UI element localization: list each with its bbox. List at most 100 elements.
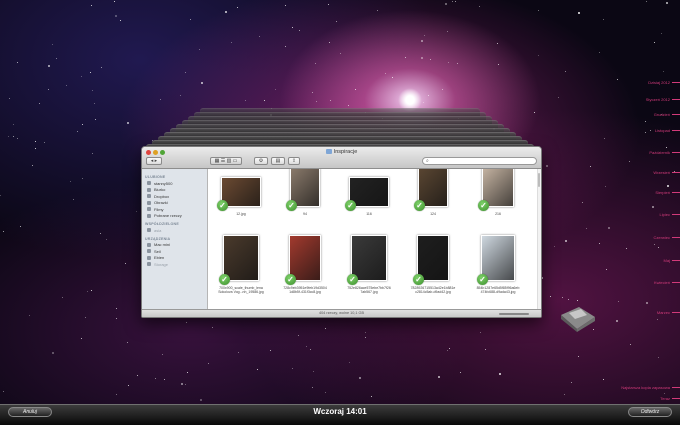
star bbox=[557, 97, 559, 99]
restore-button[interactable]: Odtwórz bbox=[628, 407, 672, 417]
file-item[interactable]: ✓ 116 bbox=[337, 171, 401, 241]
star bbox=[567, 298, 569, 300]
star bbox=[89, 72, 91, 74]
sidebar-item[interactable]: Pobrane rzeczy bbox=[142, 213, 207, 220]
star bbox=[312, 91, 314, 93]
timeline-tick[interactable] bbox=[672, 214, 680, 215]
timeline-tick[interactable] bbox=[672, 99, 680, 100]
star bbox=[126, 121, 129, 124]
star bbox=[13, 123, 15, 125]
arrange-button[interactable]: ▤ bbox=[271, 157, 285, 165]
star bbox=[616, 320, 619, 323]
star bbox=[348, 105, 350, 107]
file-item[interactable]: ✓ 124 bbox=[401, 169, 465, 241]
file-item[interactable]: ✓ 216 bbox=[466, 169, 530, 241]
star bbox=[43, 142, 45, 144]
star bbox=[263, 99, 265, 101]
star bbox=[312, 371, 314, 373]
star bbox=[448, 61, 450, 63]
star bbox=[35, 147, 37, 149]
star bbox=[92, 153, 94, 155]
timeline-tick[interactable] bbox=[672, 398, 680, 399]
file-item[interactable]: ✓ 7828926715513a42e1b881e c2814c5ab-d9ad4… bbox=[401, 235, 465, 305]
checkmark-icon: ✓ bbox=[414, 200, 425, 211]
file-item[interactable]: ✓ 700x900_scale_thumb_lena Sokolova Vog..… bbox=[209, 235, 273, 305]
star bbox=[275, 89, 277, 91]
file-item[interactable]: ✓ 752e826ace575ebe7bb7f26 7ab567.jpg bbox=[337, 235, 401, 305]
search-field[interactable]: ⌕ bbox=[422, 157, 537, 165]
time-machine-bottom-bar: Anuluj Wczoraj 14:01 Odtwórz bbox=[0, 404, 680, 425]
timeline-date-label[interactable]: Maj bbox=[664, 258, 670, 263]
timeline-date-label[interactable]: Październik bbox=[649, 150, 670, 155]
star bbox=[115, 318, 117, 320]
sidebar-item-label: Mac mini bbox=[154, 242, 171, 248]
timeline-date-label[interactable]: Kwiecień bbox=[654, 280, 670, 285]
file-item[interactable]: ✓ 12.jpg bbox=[209, 171, 273, 241]
timeline-tick[interactable] bbox=[672, 237, 680, 238]
scrollbar-thumb[interactable] bbox=[538, 173, 540, 187]
star bbox=[187, 372, 189, 374]
star bbox=[665, 146, 667, 148]
file-name: 94 bbox=[303, 212, 307, 216]
timeline-date-label[interactable]: Lipiec bbox=[660, 212, 670, 217]
timeline-date-label[interactable]: Czerwiec bbox=[654, 235, 670, 240]
scrollbar[interactable] bbox=[537, 169, 541, 309]
star bbox=[479, 331, 481, 333]
timeline-date-label[interactable]: Marzec bbox=[657, 310, 670, 315]
star bbox=[604, 137, 606, 139]
star bbox=[359, 377, 362, 380]
star bbox=[460, 371, 462, 373]
checkmark-icon: ✓ bbox=[219, 274, 230, 285]
sidebar-item[interactable]: Storage bbox=[142, 261, 207, 268]
timeline-tick[interactable] bbox=[672, 282, 680, 283]
timeline-date-label[interactable]: Styczeń 2012 bbox=[646, 97, 670, 102]
star bbox=[95, 118, 97, 120]
timeline-tick[interactable] bbox=[672, 172, 680, 173]
star bbox=[82, 177, 84, 179]
timeline-date-label[interactable]: Najstarsza kopia zapasowa bbox=[621, 385, 670, 390]
timeline-date-label[interactable]: Grudzień bbox=[654, 112, 670, 117]
star bbox=[392, 76, 394, 78]
star bbox=[2, 391, 4, 393]
back-forward-button[interactable]: ◂ ▸ bbox=[146, 157, 162, 165]
sidebar-item-label: Ebien bbox=[154, 255, 165, 261]
file-item[interactable]: ✓ 728c9eb3951e9feb19d3504 1d8b5f-431f3cc8… bbox=[273, 235, 337, 305]
star bbox=[452, 1, 454, 3]
timeline-tick[interactable] bbox=[672, 152, 680, 153]
file-item[interactable]: ✓ 854b1287e65d5f85f96a6eb 474fc688-d9ada4… bbox=[466, 235, 530, 305]
sidebar-heading: WSPÓŁDZIELONE bbox=[145, 222, 179, 226]
star bbox=[284, 4, 286, 6]
sidebar-item-label: Storage bbox=[154, 261, 169, 267]
timeline-date-label[interactable]: Sierpień bbox=[655, 190, 670, 195]
timeline-date-label[interactable]: Dzisiaj 2012 bbox=[648, 80, 670, 85]
timeline-tick[interactable] bbox=[672, 192, 680, 193]
file-name: 7828926715513a42e1b881e c2814c5ab-d9ad42… bbox=[410, 286, 456, 295]
sidebar-item[interactable]: asia bbox=[142, 227, 207, 234]
view-mode-buttons[interactable]: ▦ ☰ ▥ ▭ bbox=[210, 157, 242, 165]
timeline-date-label[interactable]: Listopad bbox=[655, 128, 670, 133]
timeline-tick[interactable] bbox=[672, 260, 680, 261]
timeline-tick[interactable] bbox=[672, 387, 680, 388]
star bbox=[115, 394, 117, 396]
file-item[interactable]: ✓ 94 bbox=[273, 169, 337, 241]
timeline-tick[interactable] bbox=[672, 312, 680, 313]
star bbox=[184, 384, 186, 386]
star bbox=[185, 322, 187, 324]
star bbox=[16, 61, 18, 63]
icon-size-slider[interactable] bbox=[499, 312, 529, 315]
timeline-date-label[interactable]: Wrzesień bbox=[653, 170, 670, 175]
sidebar-item-label: Seil bbox=[154, 248, 161, 254]
star bbox=[667, 184, 670, 187]
timeline-tick[interactable] bbox=[672, 130, 680, 131]
finder-window[interactable]: Inspiracje ◂ ▸ ▦ ☰ ▥ ▭ ⚙ ▤ ⇪ ⌕ ULUBIONE s… bbox=[141, 146, 542, 318]
star bbox=[538, 9, 540, 11]
action-menu-button[interactable]: ⚙ bbox=[254, 157, 268, 165]
share-button[interactable]: ⇪ bbox=[288, 157, 300, 165]
timeline-tick[interactable] bbox=[672, 82, 680, 83]
timeline-tick[interactable] bbox=[672, 114, 680, 115]
timeline-date-label[interactable]: Teraz bbox=[660, 396, 670, 401]
star bbox=[599, 243, 601, 245]
file-name: 124 bbox=[430, 212, 436, 216]
star bbox=[340, 53, 342, 55]
star bbox=[564, 71, 566, 73]
